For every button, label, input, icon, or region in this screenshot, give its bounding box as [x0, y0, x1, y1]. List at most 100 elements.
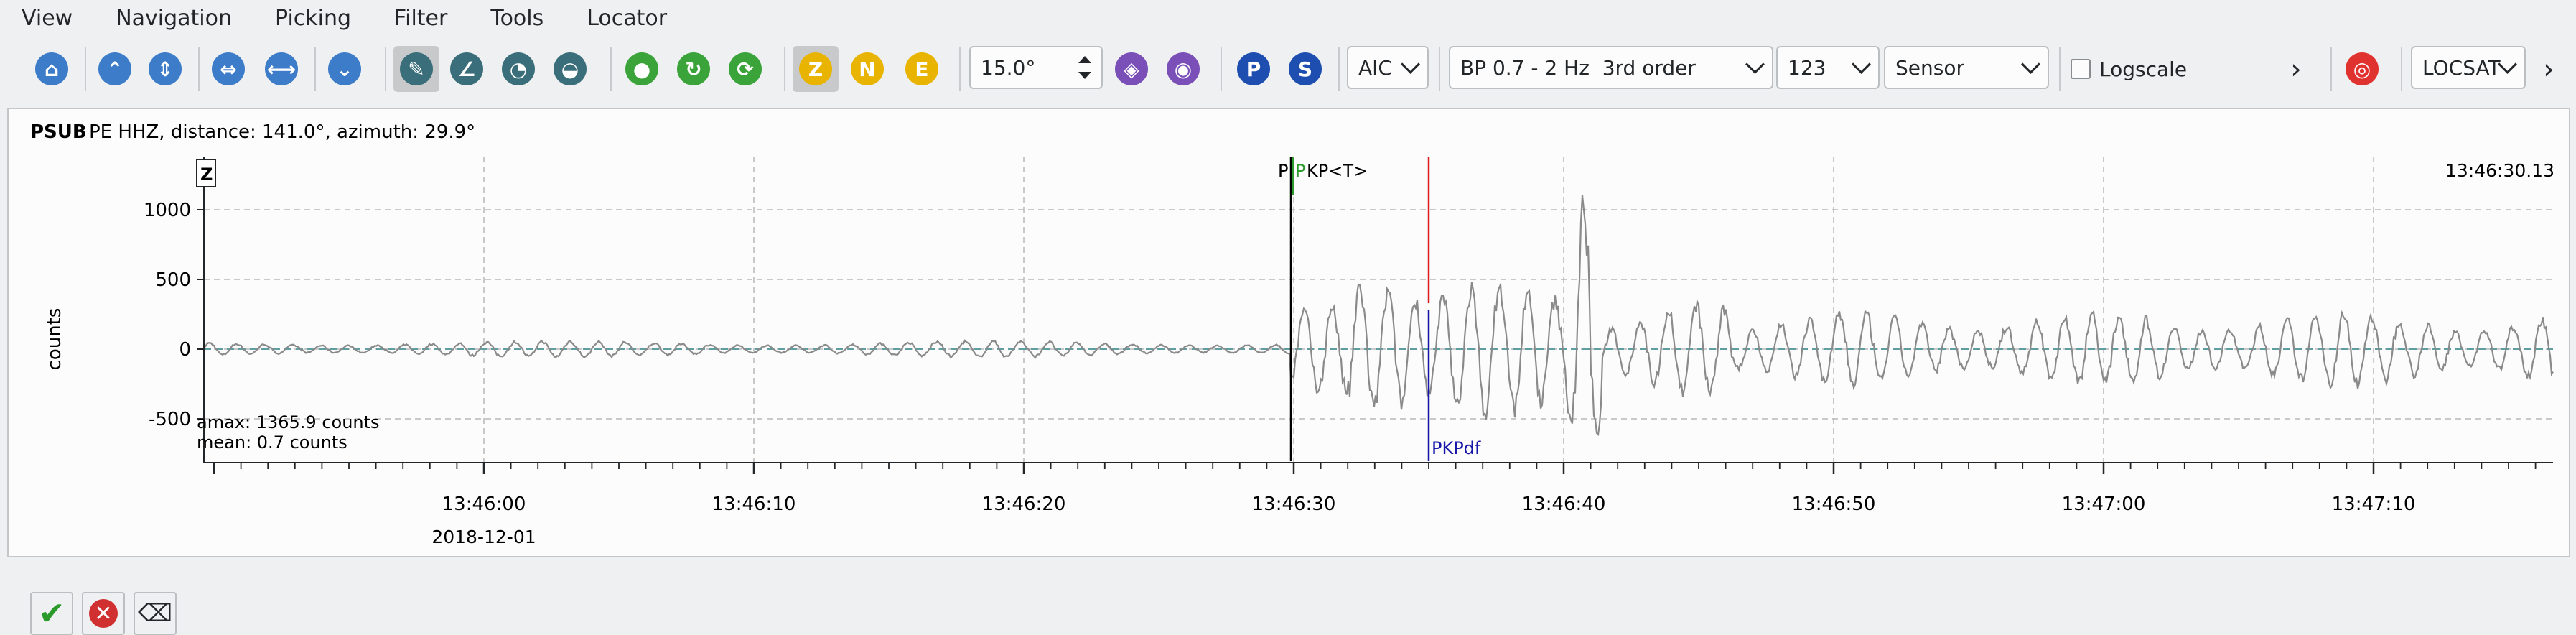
grid — [204, 157, 2553, 463]
p-icon: P — [1237, 52, 1270, 85]
y-axis: 1000 500 0 -500 — [144, 200, 204, 430]
x-tick-label: 13:46:30 — [1252, 493, 1336, 515]
y-tick-label: -500 — [149, 409, 191, 430]
pick-label-p: P — [1278, 161, 1288, 181]
spin-down-icon[interactable] — [1078, 72, 1091, 79]
filter-select[interactable]: BP 0.7 - 2 Hz 3rd order — [1449, 46, 1773, 89]
component-z-button[interactable]: Z — [793, 46, 839, 92]
pick-mode-button[interactable]: ✎ — [393, 46, 439, 92]
waveform-trace — [203, 195, 2554, 437]
polarization-button[interactable]: ◈ — [1109, 46, 1154, 92]
n-icon: N — [851, 52, 884, 85]
time-readout: 13:46:30.13 — [2445, 160, 2554, 181]
y-tick-label: 1000 — [144, 200, 191, 221]
unit-mode-value: Sensor — [1895, 55, 1964, 80]
logscale-checkbox[interactable] — [2071, 59, 2091, 79]
component-n-button[interactable]: N — [844, 46, 890, 92]
component-e-button[interactable]: E — [899, 46, 945, 92]
scroll-up-button[interactable]: ⌃ — [92, 46, 138, 92]
amax-label: amax: 1365.9 counts — [197, 412, 380, 432]
particle-motion-button[interactable]: ◉ — [1160, 46, 1206, 92]
angle-icon: ∠ — [450, 52, 483, 85]
expand-vertical-button[interactable]: ⇕ — [142, 46, 188, 92]
rotate-icon: ↻ — [677, 52, 710, 85]
component-label: Z — [200, 164, 213, 185]
x-tick-label: 13:46:10 — [712, 493, 796, 515]
menu-locator[interactable]: Locator — [565, 0, 689, 37]
toolbar-overflow-button-2[interactable]: › — [2534, 46, 2563, 92]
logscale-toggle[interactable]: Logscale — [2071, 46, 2187, 92]
target-icon: ◎ — [2346, 52, 2379, 85]
particle-motion-icon: ◉ — [1167, 52, 1200, 85]
x-axis: 13:46:00 13:46:10 13:46:20 13:46:30 13:46:40… — [213, 463, 2537, 515]
y-axis-label: counts — [44, 308, 65, 371]
e-icon: E — [905, 52, 938, 85]
picker-method-select[interactable]: AIC — [1347, 46, 1429, 89]
pick-label-pkp: KP<T> — [1307, 161, 1368, 181]
spectrum-icon: ◔ — [502, 52, 535, 85]
polarization-icon: ◈ — [1115, 52, 1148, 85]
measure-button[interactable]: ∠ — [444, 46, 490, 92]
pick-p-button[interactable]: P — [1231, 46, 1277, 92]
chevron-down-icon — [1745, 55, 1765, 74]
component-set-select[interactable]: 123 — [1776, 46, 1880, 89]
home-button[interactable]: ⌂ — [29, 46, 75, 92]
pick-icon: ✎ — [400, 52, 433, 85]
menu-picking[interactable]: Picking — [253, 0, 373, 37]
accept-button[interactable]: ✔ — [30, 592, 73, 635]
menu-bar: View Navigation Picking Filter Tools Loc… — [0, 0, 2576, 37]
chevron-down-icon — [1852, 55, 1871, 74]
expand-horizontal-button[interactable]: ⟷ — [258, 46, 304, 92]
expand-vertical-icon: ⇕ — [149, 52, 182, 85]
amplitude-button[interactable]: ◒ — [547, 46, 593, 92]
chevron-down-icon — [1401, 55, 1420, 74]
record-icon: ● — [625, 52, 658, 85]
menu-view[interactable]: View — [0, 0, 94, 37]
pick-label-pkpdf: PKPdf — [1432, 438, 1481, 458]
zoom-spinbox[interactable]: 15.0° — [969, 46, 1103, 89]
logscale-label: Logscale — [2099, 57, 2188, 81]
x-tick-label: 13:46:40 — [1522, 493, 1606, 515]
checkmark-icon: ✔ — [38, 595, 65, 632]
erase-icon: ⌫ — [137, 599, 173, 628]
s-icon: S — [1289, 52, 1322, 85]
z-icon: Z — [799, 52, 832, 85]
trace-panel[interactable]: PSUB PE HHZ, distance: 141.0°, azimuth: … — [7, 108, 2570, 635]
toolbar-overflow-button[interactable]: › — [2282, 46, 2310, 92]
pick-label-p-green: P — [1295, 161, 1305, 181]
seismogram-plot[interactable]: PSUB PE HHZ, distance: 141.0°, azimuth: … — [9, 109, 2569, 556]
picker-method-value: AIC — [1358, 55, 1392, 80]
clear-button[interactable]: ⌫ — [134, 592, 177, 635]
reject-button[interactable]: ✕ — [82, 592, 125, 635]
mean-label: mean: 0.7 counts — [197, 432, 347, 453]
x-tick-label: 13:47:00 — [2062, 493, 2146, 515]
arrows-horizontal-icon: ⇔ — [212, 52, 245, 85]
chevron-right-icon: › — [2290, 53, 2302, 85]
locator-select[interactable]: LOCSAT — [2411, 46, 2526, 89]
toolbar: ⌂ ⌃ ⇕ ⇔ ⟷ ⌄ ✎ ∠ ◔ ◒ ● ↻ ⟳ Z N E 15.0° ◈ … — [0, 40, 2576, 98]
close-icon: ✕ — [89, 599, 118, 628]
date-label: 2018-12-01 — [431, 527, 536, 547]
y-tick-label: 0 — [179, 339, 191, 361]
scroll-down-button[interactable]: ⌄ — [322, 46, 368, 92]
station-code: PSUB — [30, 121, 87, 143]
locate-button[interactable]: ◎ — [2339, 46, 2385, 92]
menu-navigation[interactable]: Navigation — [94, 0, 253, 37]
trace-info: PE HHZ, distance: 141.0°, azimuth: 29.9° — [89, 121, 475, 143]
record-button[interactable]: ● — [619, 46, 665, 92]
pick-s-button[interactable]: S — [1282, 46, 1328, 92]
menu-tools[interactable]: Tools — [469, 0, 565, 37]
home-icon: ⌂ — [35, 52, 68, 85]
x-tick-label: 13:46:50 — [1792, 493, 1876, 515]
scroll-horizontal-button[interactable]: ⇔ — [205, 46, 251, 92]
refresh-icon: ⟳ — [729, 52, 762, 85]
rotate-button[interactable]: ↻ — [671, 46, 717, 92]
x-tick-label: 13:46:20 — [982, 493, 1066, 515]
amplitude-icon: ◒ — [554, 52, 587, 85]
y-tick-label: 500 — [155, 269, 191, 291]
spin-up-icon[interactable] — [1078, 56, 1091, 63]
unit-mode-select[interactable]: Sensor — [1884, 46, 2049, 89]
refresh-button[interactable]: ⟳ — [722, 46, 768, 92]
spectrum-button[interactable]: ◔ — [495, 46, 541, 92]
menu-filter[interactable]: Filter — [373, 0, 469, 37]
